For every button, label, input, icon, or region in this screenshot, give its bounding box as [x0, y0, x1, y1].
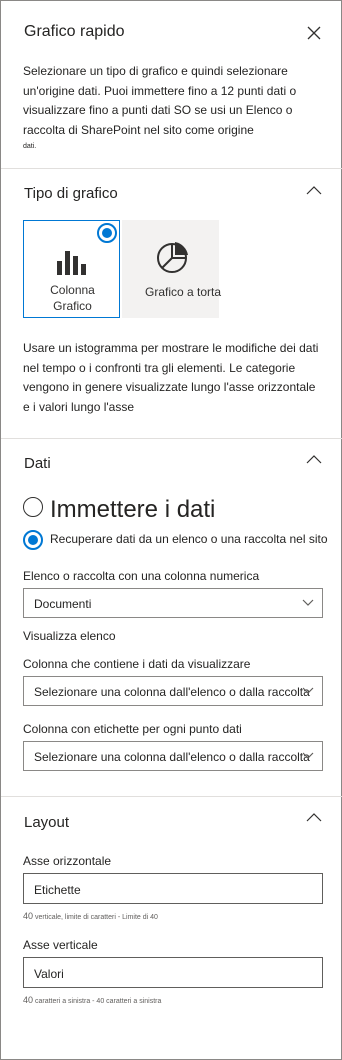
list-dropdown-value: Documenti	[34, 597, 92, 611]
x-axis-char-hint: 40 verticale, limite di caratteri - Limi…	[23, 911, 158, 921]
list-label: Elenco o raccolta con una colonna numeri…	[23, 569, 260, 583]
chart-type-description: Usare un istogramma per mostrare le modi…	[23, 341, 319, 414]
panel-intro: Selezionare un tipo di grafico e quindi …	[23, 62, 318, 152]
radio-retrieve-data[interactable]	[23, 530, 43, 550]
y-axis-char-hint: 40 caratteri a sinistra - 40 caratteri a…	[23, 995, 161, 1005]
chevron-up-icon[interactable]	[306, 185, 322, 195]
bar-chart-icon	[57, 251, 86, 275]
section-title-data: Dati	[24, 455, 51, 472]
y-hint-count: 40	[23, 995, 34, 1005]
chevron-up-icon[interactable]	[306, 454, 322, 464]
chevron-down-icon	[302, 752, 314, 759]
divider	[1, 168, 342, 169]
column-values-placeholder: Selezionare una colonna dall'elenco o da…	[34, 685, 310, 699]
list-dropdown[interactable]: Documenti	[23, 588, 323, 618]
x-hint-text: verticale, limite di caratteri - Limite …	[34, 914, 158, 921]
section-title-layout: Layout	[24, 814, 70, 831]
intro-small-text: dati.	[23, 143, 37, 150]
section-title-chart-type: Tipo di grafico	[24, 185, 118, 202]
radio-retrieve-data-label[interactable]: Recuperare dati da un elenco o una racco…	[50, 532, 328, 546]
chevron-down-icon	[302, 687, 314, 694]
column-labels-placeholder: Selezionare una colonna dall'elenco o da…	[34, 750, 310, 764]
column-values-label: Colonna che contiene i dati da visualizz…	[23, 657, 251, 671]
y-axis-input-value: Valori	[34, 967, 64, 981]
pie-chart-icon	[157, 242, 188, 273]
chevron-down-icon	[302, 599, 314, 606]
y-hint-text: caratteri a sinistra - 40 caratteri a si…	[34, 998, 162, 1005]
view-list-link[interactable]: Visualizza elenco	[23, 629, 116, 643]
y-axis-label: Asse verticale	[23, 938, 98, 952]
intro-text: Selezionare un tipo di grafico e quindi …	[23, 64, 297, 137]
divider	[1, 438, 342, 439]
tile-label-pie: Grafico a torta	[144, 285, 222, 299]
radio-enter-data[interactable]	[23, 497, 43, 517]
tile-label-column: Colonna Grafico	[24, 282, 121, 314]
column-values-dropdown[interactable]: Selezionare una colonna dall'elenco o da…	[23, 676, 323, 706]
panel-title: Grafico rapido	[24, 23, 125, 40]
column-labels-dropdown[interactable]: Selezionare una colonna dall'elenco o da…	[23, 741, 323, 771]
chart-type-pie-tile[interactable]: Grafico a torta	[122, 220, 221, 318]
radio-enter-data-label[interactable]: Immettere i dati	[50, 496, 215, 524]
chevron-up-icon[interactable]	[306, 812, 322, 822]
x-axis-label: Asse orizzontale	[23, 854, 112, 868]
x-axis-input[interactable]: Etichette	[23, 873, 323, 904]
close-icon[interactable]	[306, 25, 322, 41]
x-hint-count: 40	[23, 911, 34, 921]
column-labels-label: Colonna con etichette per ogni punto dat…	[23, 722, 242, 736]
tile-label-line2: Grafico	[53, 299, 92, 313]
divider	[1, 796, 342, 797]
tile-label-line1: Colonna	[50, 283, 95, 297]
quick-chart-panel: Grafico rapido Selezionare un tipo di gr…	[0, 0, 342, 1060]
x-axis-input-value: Etichette	[34, 883, 81, 897]
tile-selected-radio	[97, 223, 117, 243]
y-axis-input[interactable]: Valori	[23, 957, 323, 988]
